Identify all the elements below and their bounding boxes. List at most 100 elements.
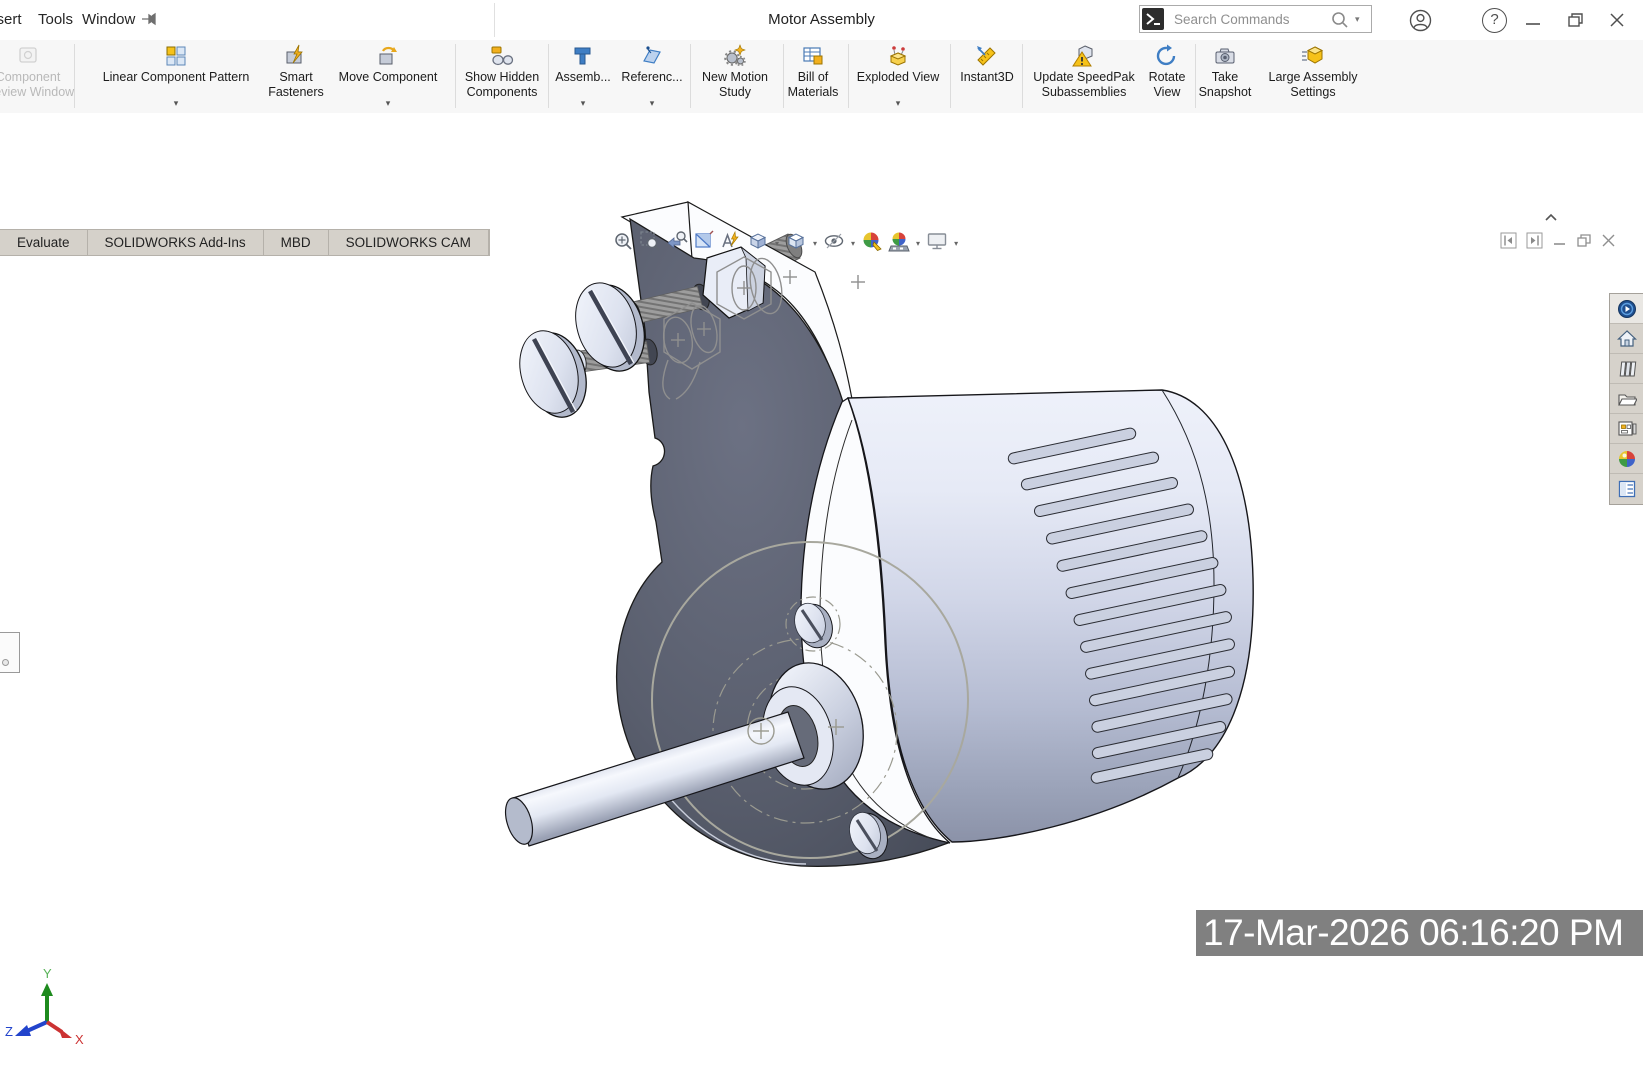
- tab-mbd[interactable]: MBD: [264, 230, 329, 255]
- move-component-icon: [376, 44, 400, 70]
- move-component-button[interactable]: Move Component ▾: [333, 44, 443, 106]
- minimize-document-icon[interactable]: [1552, 233, 1567, 253]
- svg-text:X: X: [75, 1032, 84, 1047]
- smart-fasteners-icon: [284, 44, 308, 70]
- take-snapshot-button[interactable]: Take Snapshot: [1193, 44, 1257, 106]
- linear-component-pattern-button[interactable]: Linear Component Pattern ▾: [96, 44, 256, 106]
- menu-item-window[interactable]: Window: [82, 11, 135, 28]
- update-speedpak-icon: [1072, 44, 1096, 70]
- dropdown-caret[interactable]: ▾: [954, 239, 958, 248]
- command-manager-ribbon: Component Preview Window Linear Componen…: [0, 40, 1643, 114]
- task-pane: [1609, 293, 1643, 505]
- show-hidden-components-icon: [490, 44, 514, 70]
- solidworks-search-icon: [1142, 8, 1164, 30]
- task-pane-view-palette[interactable]: [1610, 414, 1643, 444]
- task-pane-3dexperience[interactable]: [1610, 294, 1643, 324]
- close-document-icon[interactable]: [1601, 233, 1616, 253]
- assembly-features-icon: [571, 44, 595, 70]
- reference-geometry-button[interactable]: Referenc... ▾: [617, 44, 687, 106]
- dropdown-caret[interactable]: ▾: [851, 239, 855, 248]
- large-assembly-settings-icon: [1301, 44, 1325, 70]
- search-input[interactable]: Search Commands: [1174, 12, 1290, 27]
- zoom-to-fit-icon[interactable]: [612, 230, 634, 257]
- rotate-view-button[interactable]: Rotate View: [1141, 44, 1193, 106]
- svg-text:Z: Z: [5, 1024, 13, 1039]
- orientation-triad: Y Z X: [0, 966, 95, 1069]
- linear-component-pattern-icon: [164, 44, 188, 70]
- bill-of-materials-icon: [801, 44, 825, 70]
- component-preview-window-button: Component Preview Window: [0, 44, 82, 106]
- dropdown-caret[interactable]: ▾: [386, 98, 391, 109]
- dropdown-caret[interactable]: ▾: [813, 239, 817, 248]
- close-window-icon[interactable]: [1608, 11, 1626, 34]
- large-assembly-settings-button[interactable]: Large Assembly Settings: [1260, 44, 1366, 106]
- assembly-features-button[interactable]: Assemb... ▾: [551, 44, 615, 106]
- dropdown-caret[interactable]: ▾: [581, 98, 586, 109]
- tab-solidworks-cam[interactable]: SOLIDWORKS CAM: [329, 230, 489, 255]
- reference-geometry-icon: [640, 44, 664, 70]
- edit-appearance-icon[interactable]: [861, 230, 883, 257]
- search-commands-box[interactable]: Search Commands ▾: [1139, 5, 1372, 33]
- tab-solidworks-add-ins[interactable]: SOLIDWORKS Add-Ins: [88, 230, 264, 255]
- zoom-to-area-icon[interactable]: [639, 230, 661, 257]
- home-icon: [1617, 329, 1637, 349]
- task-pane-file-explorer[interactable]: [1610, 384, 1643, 414]
- 3dexperience-icon: [1617, 299, 1637, 319]
- search-icon[interactable]: [1330, 10, 1350, 35]
- title-bar: Insert Tools Window Motor Assembly Searc…: [0, 0, 1643, 41]
- instant3d-button[interactable]: Instant3D: [954, 44, 1020, 106]
- hide-show-items-icon[interactable]: [823, 230, 845, 257]
- dropdown-caret[interactable]: ▾: [775, 239, 779, 248]
- view-settings-icon[interactable]: [926, 230, 948, 257]
- command-manager-tabs: Evaluate SOLIDWORKS Add-Ins MBD SOLIDWOR…: [0, 229, 490, 256]
- new-motion-study-icon: [723, 44, 747, 70]
- books-icon: [1617, 359, 1637, 379]
- dropdown-caret[interactable]: ▾: [916, 239, 920, 248]
- svg-text:Y: Y: [43, 966, 52, 981]
- ribbon-collapse-chevron[interactable]: [1544, 209, 1558, 227]
- task-pane-custom-properties[interactable]: [1610, 474, 1643, 504]
- task-pane-appearances-scenes[interactable]: [1610, 444, 1643, 474]
- apply-scene-icon[interactable]: [888, 230, 910, 257]
- task-pane-solidworks-resources[interactable]: [1610, 324, 1643, 354]
- dropdown-caret[interactable]: ▾: [174, 98, 179, 109]
- dropdown-caret[interactable]: ▾: [650, 98, 655, 109]
- previous-view-icon[interactable]: [666, 230, 688, 257]
- display-style-icon[interactable]: [785, 230, 807, 257]
- menu-item-insert[interactable]: Insert: [0, 11, 22, 28]
- exploded-view-button[interactable]: Exploded View ▾: [851, 44, 945, 106]
- custom-properties-icon: [1617, 479, 1637, 499]
- bill-of-materials-button[interactable]: Bill of Materials: [781, 44, 845, 106]
- exploded-view-icon: [886, 44, 910, 70]
- smart-fasteners-button[interactable]: Smart Fasteners: [260, 44, 332, 106]
- next-document-icon[interactable]: [1526, 232, 1543, 254]
- viewport-canvas[interactable]: Evaluate SOLIDWORKS Add-Ins MBD SOLIDWOR…: [0, 113, 1643, 956]
- appearances-ball-icon: [1617, 449, 1637, 469]
- motor-housing[interactable]: [848, 390, 1253, 842]
- restore-window-icon[interactable]: [1567, 11, 1585, 34]
- update-speedpak-button[interactable]: Update SpeedPak Subassemblies: [1022, 44, 1146, 106]
- restore-document-icon[interactable]: [1576, 233, 1592, 254]
- previous-document-icon[interactable]: [1500, 232, 1517, 254]
- document-window-controls: [1500, 232, 1616, 254]
- component-preview-window-icon: [16, 44, 40, 70]
- task-pane-design-library[interactable]: [1610, 354, 1643, 384]
- feature-manager-flyout-tab[interactable]: [0, 632, 20, 673]
- new-motion-study-button[interactable]: New Motion Study: [695, 44, 775, 106]
- view-orientation-icon[interactable]: [747, 230, 769, 257]
- instant3d-icon: [975, 44, 999, 70]
- dropdown-caret[interactable]: ▾: [896, 98, 901, 109]
- account-icon[interactable]: [1408, 8, 1433, 38]
- search-dropdown-caret[interactable]: ▾: [1355, 14, 1360, 25]
- view-palette-icon: [1617, 419, 1637, 439]
- rotate-view-icon: [1155, 44, 1179, 70]
- show-hidden-components-button[interactable]: Show Hidden Components: [454, 44, 550, 106]
- section-view-icon[interactable]: [693, 230, 715, 257]
- flyout-dot-icon: [2, 659, 9, 666]
- minimize-window-icon[interactable]: [1524, 14, 1542, 32]
- help-icon[interactable]: ?: [1482, 8, 1507, 33]
- pin-menu-icon[interactable]: [140, 10, 158, 33]
- dynamic-annotation-views-icon[interactable]: [720, 230, 742, 257]
- tab-evaluate[interactable]: Evaluate: [0, 230, 88, 255]
- menu-item-tools[interactable]: Tools: [38, 11, 73, 28]
